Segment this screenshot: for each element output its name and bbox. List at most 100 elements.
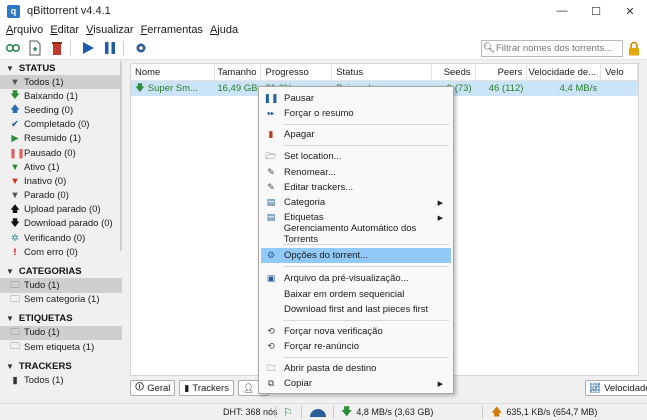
menu-item-categoria[interactable]: ▤ Categoria ▶ xyxy=(261,195,451,210)
status-filter-label: Ativo (1) xyxy=(24,161,60,173)
menu-item-abrir-pasta[interactable]: 🗀 Abrir pasta de destino xyxy=(261,361,451,376)
column-nome[interactable]: Nome xyxy=(131,64,215,81)
sidebar-scrollbar[interactable] xyxy=(120,61,122,251)
status-filter-parado[interactable]: ▼ Parado (0) xyxy=(0,189,122,203)
column-velocidade-upload[interactable]: Velo xyxy=(601,64,638,81)
status-filter-resumido[interactable]: ▶ Resumido (1) xyxy=(0,132,122,146)
menu-ferramentas[interactable]: Ferramentas xyxy=(141,24,203,36)
menu-item-opcoes-do-torrent[interactable]: ⚙ Opções do torrent... xyxy=(261,248,451,263)
column-velocidade-download[interactable]: Velocidade de... xyxy=(527,64,602,81)
category-filter-label: Sem categoria (1) xyxy=(24,294,100,306)
status-section-header[interactable]: ▼ STATUS xyxy=(0,61,122,75)
status-section-title: STATUS xyxy=(18,62,56,74)
resume-icon[interactable] xyxy=(79,39,97,57)
status-filter-seeding[interactable]: 🡅 Seeding (0) xyxy=(0,103,122,117)
tag-filter-tudo[interactable]: 🗀 Tudo (1) xyxy=(0,325,122,340)
pause-icon[interactable] xyxy=(101,39,119,57)
info-icon: 🛈 xyxy=(135,382,145,392)
maximize-button[interactable]: ☐ xyxy=(579,0,613,22)
connection-ok-icon[interactable]: ⚐ xyxy=(283,404,293,420)
trackers-section-title: TRACKERS xyxy=(18,360,72,372)
menu-item-editar-trackers[interactable]: ✎ Editar trackers... xyxy=(261,180,451,195)
column-progresso[interactable]: Progresso xyxy=(261,64,333,81)
tab-geral[interactable]: 🛈 Geral xyxy=(130,380,176,396)
menu-item-first-last-pieces[interactable]: Download first and last pieces first xyxy=(261,302,451,317)
filter-icon: ▼ xyxy=(10,76,20,88)
menu-item-forcar-verificacao[interactable]: ⟲ Forçar nova verificação xyxy=(261,324,451,339)
category-filter-sem-categoria[interactable]: 🗀 Sem categoria (1) xyxy=(0,293,122,307)
menu-item-label: Download first and last pieces first xyxy=(284,304,429,315)
status-filter-verificando[interactable]: ✲ Verificando (0) xyxy=(0,231,122,245)
menu-item-label: Abrir pasta de destino xyxy=(284,363,377,374)
status-filter-baixando[interactable]: 🡇 Baixando (1) xyxy=(0,89,122,103)
tag-filter-sem-etiqueta[interactable]: 🗀 Sem etiqueta (1) xyxy=(0,340,122,354)
folder-icon: 🗀 xyxy=(266,362,276,373)
menu-item-renomear[interactable]: ✎ Renomear... xyxy=(261,165,451,180)
tags-section-header[interactable]: ▼ ETIQUETAS xyxy=(0,312,122,326)
status-filter-inativo[interactable]: ▼ Inativo (0) xyxy=(0,174,122,188)
status-filter-ativo[interactable]: ▼ Ativo (1) xyxy=(0,160,122,174)
torrent-context-menu: ❚❚ Pausar ⏩︎ Forçar o resumo ▮ Apagar 🗁 Set … xyxy=(258,86,454,394)
menu-item-pausar[interactable]: ❚❚ Pausar xyxy=(261,91,451,106)
column-peers[interactable]: Peers xyxy=(476,64,528,81)
preview-icon: ▣ xyxy=(266,273,276,283)
status-filter-todos[interactable]: ▼ Todos (1) xyxy=(0,75,122,90)
menu-item-apagar[interactable]: ▮ Apagar xyxy=(261,127,451,142)
submenu-arrow-icon: ▶ xyxy=(437,214,443,222)
menu-item-label: Renomear... xyxy=(284,167,336,178)
menu-item-gerenciamento-automatico[interactable]: Gerenciamento Automático dos Torrents xyxy=(261,223,451,245)
status-filter-pausado[interactable]: ❚❚ Pausado (0) xyxy=(0,146,122,160)
column-tamanho[interactable]: Tamanho xyxy=(215,64,262,81)
collapse-chevron-icon: ▼ xyxy=(6,266,14,276)
menu-ajuda[interactable]: Ajuda xyxy=(210,24,238,36)
tags-section-title: ETIQUETAS xyxy=(18,313,73,325)
search-icon: 🔍︎ xyxy=(482,43,496,54)
close-button[interactable]: ✕ xyxy=(613,0,647,22)
minimize-button[interactable]: — xyxy=(545,0,579,22)
speed-limit-toggle-icon[interactable] xyxy=(309,404,327,420)
menu-item-set-location[interactable]: 🗁 Set location... xyxy=(261,149,451,164)
menu-item-label: Etiquetas xyxy=(284,212,324,223)
tracker-icon: ▮ xyxy=(12,374,18,386)
fast-forward-icon: ⏩︎ xyxy=(267,108,275,118)
menu-item-pre-visualizacao[interactable]: ▣ Arquivo da pré-visualização... xyxy=(261,271,451,286)
status-filter-completado[interactable]: ✔ Completado (0) xyxy=(0,118,122,132)
menu-separator xyxy=(283,357,449,358)
status-filter-label: Todos (1) xyxy=(24,76,64,88)
copy-icon: ⧉ xyxy=(267,378,275,388)
category-filter-tudo[interactable]: 🗀 Tudo (1) xyxy=(0,278,122,293)
torrent-download-speed: 4,4 MB/s xyxy=(559,83,598,94)
tracker-filter-label: Todos (1) xyxy=(24,374,64,386)
tab-trackers[interactable]: ▮ Trackers xyxy=(179,380,234,396)
status-filter-label: Seeding (0) xyxy=(24,104,74,116)
menu-item-forcar-resumo[interactable]: ⏩︎ Forçar o resumo xyxy=(261,106,451,121)
menu-item-copiar[interactable]: ⧉ Copiar ▶ xyxy=(261,376,451,391)
tracker-filter-todos[interactable]: ▮ Todos (1) xyxy=(0,373,122,387)
status-filter-com-erro[interactable]: ! Com erro (0) xyxy=(0,245,122,259)
column-status[interactable]: Status xyxy=(332,64,432,81)
search-input[interactable] xyxy=(496,43,620,54)
column-seeds[interactable]: Seeds xyxy=(432,64,476,81)
menu-item-label: Copiar xyxy=(284,378,312,389)
pause-icon: ❚❚ xyxy=(263,93,279,103)
delete-icon[interactable] xyxy=(48,39,66,57)
status-filter-upload-parado[interactable]: 🡅 Upload parado (0) xyxy=(0,203,122,217)
menu-visualizar[interactable]: Visualizar xyxy=(86,24,134,36)
categories-section-title: CATEGORIAS xyxy=(18,265,82,277)
options-gear-icon[interactable] xyxy=(132,39,150,57)
tab-label: Trackers xyxy=(192,382,229,394)
menu-editar[interactable]: Editar xyxy=(50,24,79,36)
menu-item-forcar-reanuncio[interactable]: ⟲ Forçar re-anúncio xyxy=(261,339,451,354)
lock-icon[interactable] xyxy=(627,41,641,59)
speed-graph-button[interactable]: 📈︎ Velocidade xyxy=(585,380,647,396)
menu-item-ordem-sequencial[interactable]: Baixar em ordem sequencial xyxy=(261,287,451,302)
reannounce-icon: ⟲ xyxy=(267,341,275,351)
add-torrent-file-icon[interactable] xyxy=(26,39,44,57)
search-box[interactable]: 🔍︎ xyxy=(481,40,623,57)
status-filter-label: Inativo (0) xyxy=(24,175,67,187)
trackers-section-header[interactable]: ▼ TRACKERS xyxy=(0,359,122,373)
status-filter-download-parado[interactable]: 🡇 Download parado (0) xyxy=(0,217,122,231)
add-link-icon[interactable] xyxy=(4,39,22,57)
categories-section-header[interactable]: ▼ CATEGORIAS xyxy=(0,264,122,278)
menu-arquivo[interactable]: Arquivo xyxy=(6,24,43,36)
